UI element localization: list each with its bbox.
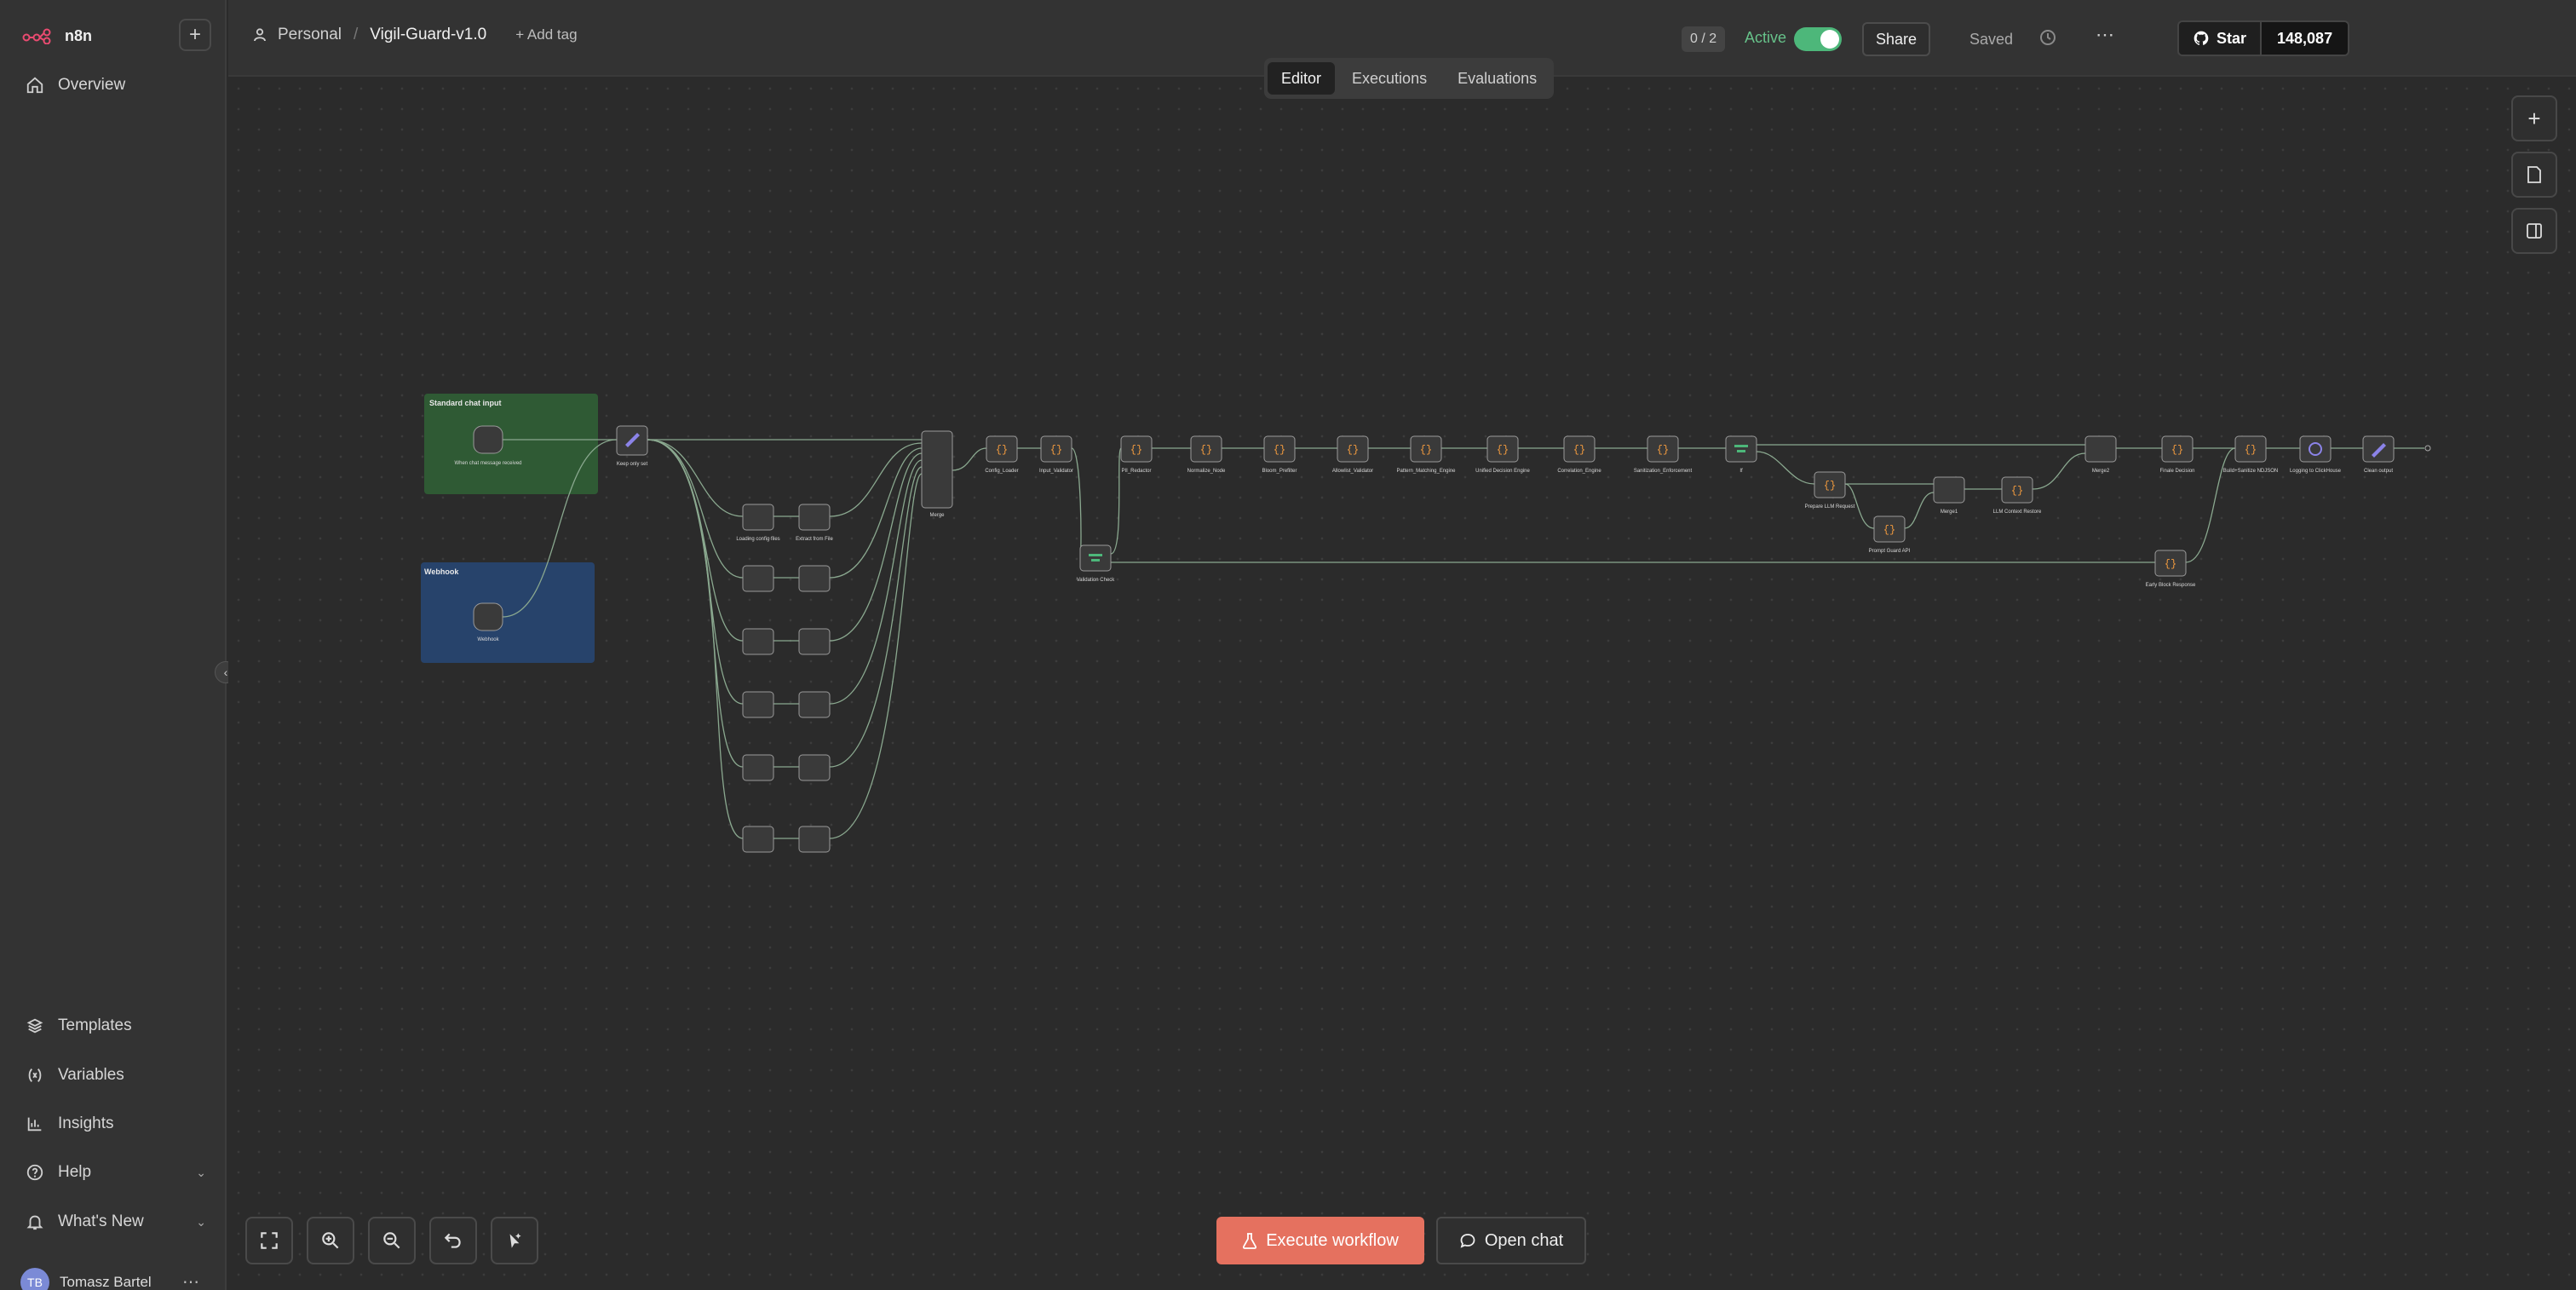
sidebar-item-label: Templates <box>58 1016 132 1034</box>
tab-editor[interactable]: Editor <box>1268 62 1336 95</box>
create-new-button[interactable]: + <box>179 19 211 51</box>
sidebar-item-label: What's New <box>58 1212 144 1230</box>
execute-workflow-button[interactable]: Execute workflow <box>1216 1217 1424 1264</box>
workflow-canvas[interactable] <box>228 78 2576 1290</box>
github-icon <box>2194 31 2209 45</box>
execute-workflow-label: Execute workflow <box>1266 1230 1399 1250</box>
user-more-icon[interactable]: ⋯ <box>182 1271 199 1290</box>
github-star-count: 148,087 <box>2260 22 2349 55</box>
undo-icon <box>444 1233 461 1248</box>
zoom-in-icon <box>322 1232 339 1249</box>
brand-name: n8n <box>65 26 93 44</box>
github-star-label: Star <box>2217 29 2247 47</box>
tidy-up-button[interactable] <box>491 1217 538 1264</box>
active-toggle[interactable] <box>1794 27 1842 51</box>
user-icon <box>254 28 266 42</box>
zoom-out-icon <box>383 1232 400 1249</box>
user-name: Tomasz Bartel <box>60 1274 152 1290</box>
panel-icon <box>2527 223 2542 239</box>
saved-status: Saved <box>1969 31 2014 48</box>
execution-count-badge: 0 / 2 <box>1682 26 1726 52</box>
breadcrumb: Personal / Vigil-Guard-v1.0 + Add tag <box>254 26 578 44</box>
open-chat-label: Open chat <box>1484 1230 1564 1250</box>
sidebar: n8n + Overview Templates Variables Insig… <box>0 0 227 1290</box>
sidebar-item-overview[interactable]: Overview <box>26 70 125 101</box>
sidebar-item-insights[interactable]: Insights <box>26 1109 113 1139</box>
workflow-name[interactable]: Vigil-Guard-v1.0 <box>370 26 486 44</box>
tab-executions[interactable]: Executions <box>1338 62 1440 95</box>
more-options-icon[interactable]: ⋯ <box>2096 24 2114 46</box>
active-label: Active <box>1745 29 1787 46</box>
user-menu[interactable]: TB Tomasz Bartel <box>20 1268 152 1290</box>
templates-icon <box>26 1018 43 1034</box>
chevron-down-icon: ⌄ <box>196 1214 206 1229</box>
github-star-button[interactable]: Star 148,087 <box>2177 20 2350 56</box>
help-icon <box>26 1164 43 1181</box>
sidebar-item-label: Variables <box>58 1066 124 1084</box>
chat-icon <box>1460 1234 1475 1248</box>
toggle-knob <box>1820 30 1839 49</box>
bell-icon <box>26 1215 43 1230</box>
add-tag-button[interactable]: + Add tag <box>515 26 577 43</box>
sidebar-item-whats-new[interactable]: What's New ⌄ <box>26 1206 206 1237</box>
insights-icon <box>27 1117 42 1132</box>
zoom-in-button[interactable] <box>307 1217 354 1264</box>
brand-logo[interactable]: n8n <box>22 20 92 51</box>
project-link[interactable]: Personal <box>278 26 342 44</box>
variables-icon <box>28 1068 42 1082</box>
panel-toggle-button[interactable] <box>2511 208 2557 254</box>
open-chat-button[interactable]: Open chat <box>1436 1217 1586 1264</box>
breadcrumb-separator: / <box>354 26 359 43</box>
sidebar-item-help[interactable]: Help ⌄ <box>26 1157 206 1188</box>
cursor-sparkle-icon <box>509 1233 521 1248</box>
sidebar-item-label: Overview <box>58 76 126 94</box>
zoom-out-button[interactable] <box>368 1217 416 1264</box>
chevron-down-icon: ⌄ <box>196 1165 206 1179</box>
undo-button[interactable] <box>429 1217 477 1264</box>
tab-evaluations[interactable]: Evaluations <box>1444 62 1550 95</box>
sidebar-item-label: Help <box>58 1163 92 1181</box>
n8n-logo-icon <box>22 28 51 44</box>
sidebar-item-variables[interactable]: Variables <box>26 1060 124 1091</box>
share-button[interactable]: Share <box>1862 22 1930 56</box>
sidebar-item-templates[interactable]: Templates <box>26 1011 132 1041</box>
history-icon[interactable] <box>2038 27 2058 48</box>
home-icon <box>26 77 43 94</box>
add-node-button[interactable]: + <box>2511 95 2557 141</box>
sticky-note-button[interactable] <box>2511 152 2557 198</box>
flask-icon <box>1243 1233 1257 1249</box>
fit-view-icon <box>261 1232 278 1249</box>
avatar: TB <box>20 1268 49 1290</box>
fit-view-button[interactable] <box>245 1217 293 1264</box>
view-tabs: Editor Executions Evaluations <box>1264 58 1555 99</box>
note-icon <box>2527 166 2541 183</box>
sidebar-item-label: Insights <box>58 1114 114 1132</box>
n8n-app: n8n + Overview Templates Variables Insig… <box>0 0 2576 1290</box>
